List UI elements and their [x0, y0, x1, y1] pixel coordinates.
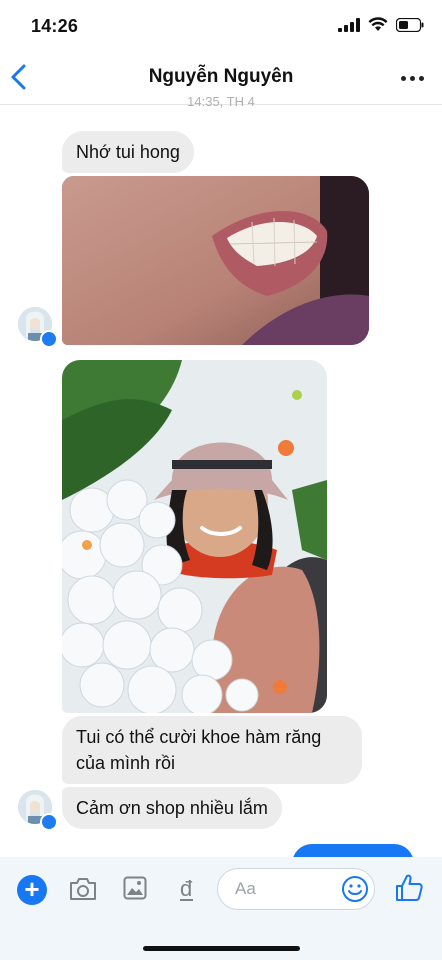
signal-icon	[338, 17, 360, 32]
more-icon	[401, 76, 406, 81]
message-timestamp: 14:35, TH 4	[187, 94, 255, 109]
contact-name[interactable]: Nguyễn Nguyên	[0, 66, 442, 88]
payment-icon: đ	[180, 876, 193, 901]
home-indicator[interactable]	[143, 946, 300, 951]
message-input-placeholder: Aa	[235, 879, 256, 898]
plus-icon: +	[24, 874, 40, 904]
status-bar: 14:26	[0, 0, 442, 52]
like-icon	[396, 874, 423, 901]
messenger-badge-icon	[40, 813, 58, 831]
battery-icon	[396, 17, 424, 32]
photo-message-selfie[interactable]	[62, 360, 327, 713]
emoji-button[interactable]	[341, 875, 369, 908]
emoji-icon	[342, 876, 368, 902]
camera-button[interactable]	[68, 876, 98, 907]
photo-message-smile[interactable]	[62, 176, 369, 345]
gallery-icon	[123, 876, 147, 900]
more-button[interactable]	[401, 76, 424, 81]
status-icons	[338, 17, 424, 32]
svg-text:đ: đ	[180, 876, 193, 901]
plus-button[interactable]: +	[17, 875, 47, 905]
message-bubble[interactable]: Tui có thể cười khoe hàm răng của mình r…	[62, 716, 362, 784]
message-bubble[interactable]: Cảm ơn shop nhiều lắm	[62, 787, 282, 829]
messenger-badge-icon	[40, 330, 58, 348]
status-time: 14:26	[31, 16, 79, 36]
smile-photo	[62, 176, 369, 345]
wifi-icon	[368, 17, 388, 31]
payment-button[interactable]: đ	[178, 876, 196, 907]
selfie-photo	[62, 360, 327, 713]
gallery-button[interactable]	[123, 876, 147, 905]
message-bubble[interactable]: Nhớ tui hong	[62, 131, 194, 173]
like-button[interactable]	[395, 873, 423, 908]
composer-bar	[0, 857, 442, 960]
camera-icon	[70, 878, 96, 900]
